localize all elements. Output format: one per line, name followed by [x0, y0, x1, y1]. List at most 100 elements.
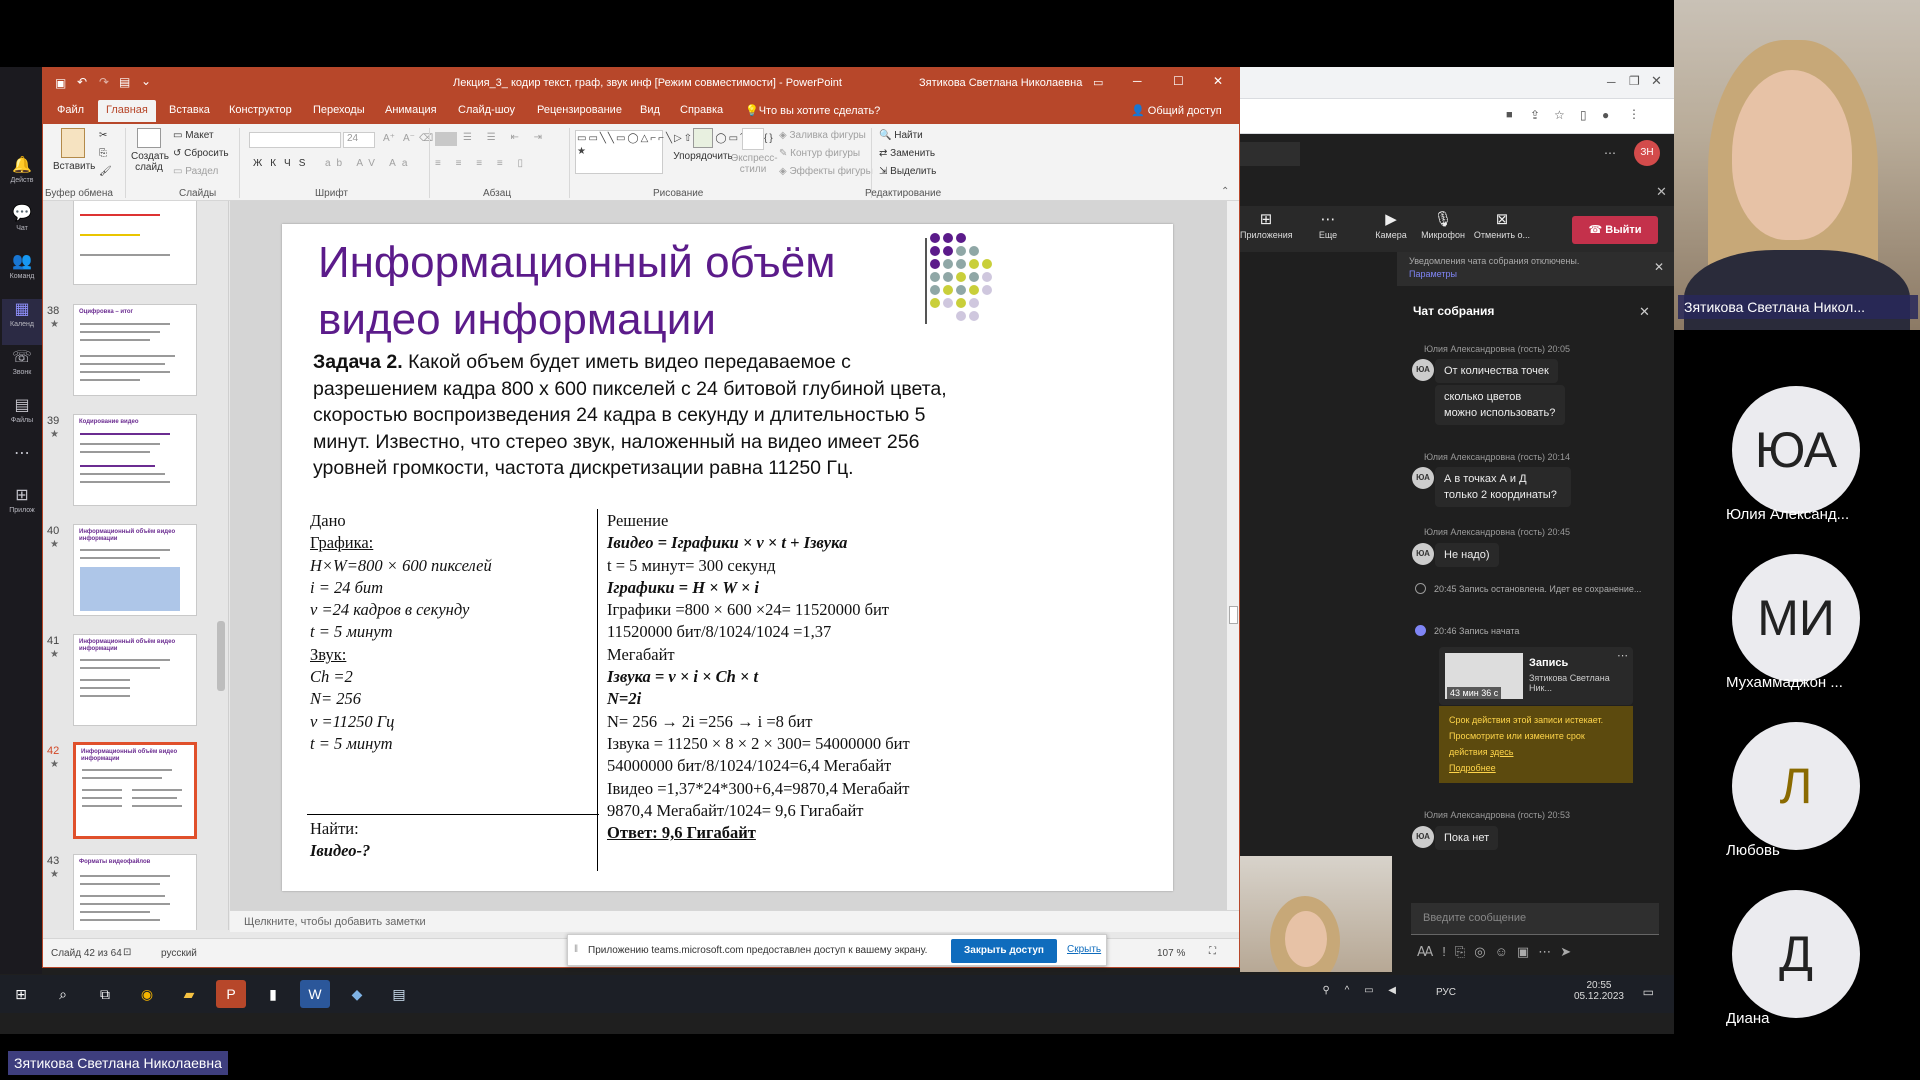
mic-button[interactable]: 🎙 Микрофон	[1417, 210, 1469, 240]
slide-thumbnail[interactable]: Информационный объём видео информации	[73, 524, 197, 616]
app-icon[interactable]: ◆	[342, 980, 372, 1008]
font-name-input[interactable]	[249, 132, 341, 148]
apps-button[interactable]: ⊞ Приложения	[1240, 210, 1293, 240]
app-icon[interactable]: ▮	[258, 980, 288, 1008]
tab-design[interactable]: Конструктор	[229, 104, 292, 116]
participant-avatar[interactable]: ЮА	[1732, 386, 1860, 514]
message-input[interactable]: Введите сообщение	[1411, 903, 1659, 935]
font-shrink-icon[interactable]: A⁻	[403, 133, 415, 144]
ribbon-options-icon[interactable]: ▭	[1093, 76, 1103, 89]
tab-transitions[interactable]: Переходы	[313, 104, 365, 116]
attach-icon[interactable]: ⎘	[1455, 944, 1474, 959]
tell-me-box[interactable]: 💡Что вы хотите сделать?	[745, 104, 880, 117]
slide-thumbnail[interactable]: Информационный объём видео информации	[73, 634, 197, 726]
replace-button[interactable]: ⇄ Заменить	[879, 148, 935, 159]
rail-teams[interactable]: 👥 Команд	[2, 251, 42, 297]
format-painter-icon[interactable]: 🖌	[99, 166, 112, 177]
emoji-icon[interactable]: ☺	[1495, 944, 1517, 959]
tab-file[interactable]: Файл	[57, 104, 84, 116]
slide-thumbnail-selected[interactable]: Информационный объём видео информации	[73, 742, 197, 839]
slide-thumbnail[interactable]: Оцифровка – итог	[73, 304, 197, 396]
reset-button[interactable]: ↺ Сбросить	[173, 148, 229, 159]
shape-effects-button[interactable]: ◈ Эффекты фигуры	[779, 166, 873, 177]
tab-insert[interactable]: Вставка	[169, 104, 210, 116]
rail-apps[interactable]: ⊞ Прилож	[2, 485, 42, 531]
slide-canvas[interactable]: Информационный объём видео информации За…	[282, 224, 1173, 891]
close-icon[interactable]: ✕	[1656, 184, 1667, 200]
more-icon[interactable]: ⋯	[1538, 944, 1560, 959]
section-button[interactable]: ▭ Раздел	[173, 166, 218, 177]
spellcheck-icon[interactable]: ⊡	[123, 947, 131, 958]
font-style-buttons[interactable]: ЖКЧS	[253, 158, 313, 169]
camera-button[interactable]: ▶ Камера	[1365, 210, 1417, 240]
word-icon[interactable]: W	[300, 980, 330, 1008]
customize-icon[interactable]: ⌄	[141, 74, 151, 88]
font-grow-icon[interactable]: A⁺	[383, 133, 395, 144]
search-icon[interactable]: ⌕	[48, 980, 78, 1008]
select-button[interactable]: ⇲ Выделить	[879, 166, 936, 177]
more-link[interactable]: Подробнее	[1449, 763, 1496, 773]
maximize-icon[interactable]: ☐	[1173, 74, 1184, 88]
close-icon[interactable]: ✕	[1639, 304, 1650, 320]
tab-animations[interactable]: Анимация	[385, 104, 437, 116]
shape-outline-button[interactable]: ✎ Контур фигуры	[779, 148, 860, 159]
scrollbar-thumb[interactable]	[1229, 606, 1238, 624]
arrange-button[interactable]: Упорядочить	[673, 128, 733, 162]
participant-avatar[interactable]: Л	[1732, 722, 1860, 850]
language[interactable]: русский	[161, 948, 197, 959]
format-icon[interactable]: Ꜳ	[1417, 944, 1442, 959]
chrome-icon[interactable]: ◉	[132, 980, 162, 1008]
share-icon[interactable]: ⇪	[1530, 108, 1540, 122]
solution-column[interactable]: Решение Iвидео = Iграфики × v × t + Iзву…	[607, 510, 910, 844]
here-link[interactable]: здесь	[1490, 747, 1513, 757]
bullets-icon[interactable]	[435, 132, 457, 146]
undo-icon[interactable]: ↶	[77, 75, 87, 89]
shapes-gallery[interactable]: ▭▭╲╲▭◯△⌐⌐╲▷⇧⇩☆◯▭⌒⌒{}★	[575, 130, 773, 174]
keyboard-language[interactable]: РУС	[1436, 987, 1456, 998]
settings-link[interactable]: Параметры	[1409, 268, 1662, 281]
star-icon[interactable]: ☆	[1554, 108, 1565, 122]
participant-avatar[interactable]: Д	[1732, 890, 1860, 1018]
slide-thumbnail[interactable]	[73, 201, 197, 285]
share-button[interactable]: 👤 Общий доступ	[1131, 104, 1222, 117]
powerpoint-icon[interactable]: P	[216, 980, 246, 1008]
shape-fill-button[interactable]: ◈ Заливка фигуры	[779, 130, 866, 141]
notes-pane[interactable]: Щелкните, чтобы добавить заметки	[230, 910, 1239, 932]
camera-icon[interactable]: ■	[1506, 109, 1513, 121]
restore-icon[interactable]: ❐	[1629, 74, 1640, 88]
recording-card[interactable]: 43 мин 36 с Запись Зятикова Светлана Ник…	[1439, 647, 1633, 705]
collapse-ribbon-icon[interactable]: ⌃	[1221, 186, 1229, 197]
tab-slideshow[interactable]: Слайд-шоу	[458, 104, 515, 116]
paste-button[interactable]: Вставить	[53, 128, 95, 172]
windows-start-icon[interactable]: ⊞	[6, 980, 36, 1008]
slide-scrollbar[interactable]	[1227, 201, 1239, 910]
tab-help[interactable]: Справка	[680, 104, 723, 116]
slide-title[interactable]: Информационный объём видео информации	[318, 234, 938, 348]
tab-home[interactable]: Главная	[98, 100, 156, 122]
hide-banner-link[interactable]: Скрыть	[1067, 944, 1101, 955]
more-actions-button[interactable]: ⋯ Еще	[1302, 210, 1354, 240]
menu-icon[interactable]: ⋮	[1628, 107, 1640, 121]
given-column[interactable]: Дано Графика: H×W=800 × 600 пикселей i =…	[310, 510, 492, 755]
slide-thumbnail[interactable]: Кодирование видео	[73, 414, 197, 506]
rail-files[interactable]: ▤ Файлы	[2, 395, 42, 441]
layout-button[interactable]: ▭ Макет	[173, 130, 214, 141]
zoom-level[interactable]: 107 %	[1157, 948, 1185, 959]
close-icon[interactable]: ✕	[1213, 74, 1223, 88]
explorer-icon[interactable]: ▰	[174, 980, 204, 1008]
tray-icons[interactable]: ⚲ ^ ▭ ◀	[1323, 985, 1403, 996]
rail-activity[interactable]: 🔔 Действ	[2, 155, 42, 201]
slide-thumbnail[interactable]: Форматы видеофайлов	[73, 854, 197, 930]
new-slide-button[interactable]: Создать слайд	[131, 128, 169, 173]
loop-icon[interactable]: ◎	[1474, 944, 1494, 959]
minimize-icon[interactable]: ─	[1133, 74, 1142, 88]
user-name[interactable]: Зятикова Светлана Николаевна	[919, 77, 1082, 89]
send-icon[interactable]: ➤	[1560, 944, 1580, 959]
redo-icon[interactable]: ↷	[99, 75, 109, 89]
participant-avatar[interactable]: МИ	[1732, 554, 1860, 682]
more-icon[interactable]: ⋯	[1604, 146, 1616, 160]
save-icon[interactable]: ▣	[55, 76, 66, 90]
find-button[interactable]: 🔍 Найти	[879, 130, 923, 141]
stop-share-button[interactable]: ⊠ Отменить о...	[1472, 210, 1532, 240]
fit-slide-icon[interactable]: ⛶	[1209, 946, 1216, 957]
